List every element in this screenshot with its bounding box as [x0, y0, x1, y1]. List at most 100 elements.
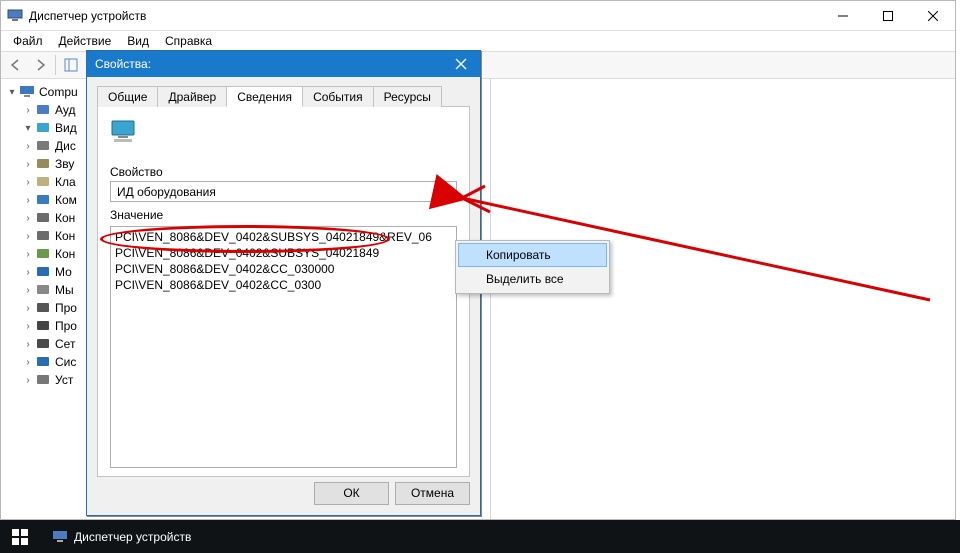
device-category-icon: [35, 318, 51, 334]
value-listbox[interactable]: PCI\VEN_8086&DEV_0402&SUBSYS_04021849&RE…: [110, 226, 457, 468]
value-option[interactable]: PCI\VEN_8086&DEV_0402&CC_0300: [115, 277, 452, 293]
expand-icon[interactable]: ›: [21, 249, 35, 260]
dialog-close-button[interactable]: [442, 51, 480, 77]
close-button[interactable]: [910, 1, 955, 31]
tree-item-label: Про: [55, 319, 77, 333]
device-category-icon: [35, 120, 51, 136]
expand-icon[interactable]: ›: [21, 339, 35, 350]
maximize-button[interactable]: [865, 1, 910, 31]
properties-dialog: Свойства: Общие Драйвер Сведения События…: [86, 50, 481, 516]
tree-root-label: Compu: [39, 85, 78, 99]
tree-item-label: Про: [55, 301, 77, 315]
tab-details[interactable]: Сведения: [226, 86, 303, 107]
chevron-down-icon[interactable]: [439, 184, 454, 199]
device-category-icon: [35, 210, 51, 226]
tab-strip: Общие Драйвер Сведения События Ресурсы: [97, 85, 470, 107]
expand-icon[interactable]: ›: [21, 177, 35, 188]
tree-item-label: Зву: [55, 157, 74, 171]
device-category-icon: [35, 228, 51, 244]
tree-item-label: Кла: [55, 175, 76, 189]
tree-item-label: Кон: [55, 229, 75, 243]
expand-icon[interactable]: ›: [21, 267, 35, 278]
main-window-title: Диспетчер устройств: [29, 9, 820, 23]
expand-icon[interactable]: ›: [21, 213, 35, 224]
window-controls: [820, 1, 955, 30]
taskbar-item-label: Диспетчер устройств: [74, 530, 191, 544]
tree-item-label: Кон: [55, 247, 75, 261]
menu-action[interactable]: Действие: [53, 32, 118, 50]
minimize-button[interactable]: [820, 1, 865, 31]
menu-view[interactable]: Вид: [121, 32, 155, 50]
expand-icon[interactable]: ›: [21, 195, 35, 206]
menu-file[interactable]: Файл: [7, 32, 49, 50]
device-category-icon: [35, 300, 51, 316]
property-label: Свойство: [110, 165, 457, 179]
main-titlebar[interactable]: Диспетчер устройств: [1, 1, 955, 31]
device-category-icon: [35, 102, 51, 118]
taskbar-item-device-manager[interactable]: Диспетчер устройств: [40, 520, 203, 553]
computer-icon: [19, 84, 35, 100]
expand-icon[interactable]: ›: [21, 375, 35, 386]
value-option[interactable]: PCI\VEN_8086&DEV_0402&SUBSYS_04021849&RE…: [115, 229, 452, 245]
device-category-icon: [35, 354, 51, 370]
device-manager-taskbar-icon: [52, 529, 68, 545]
menubar: Файл Действие Вид Справка: [1, 31, 955, 51]
context-menu: Копировать Выделить все: [455, 240, 610, 294]
device-manager-icon: [7, 8, 23, 24]
expand-icon[interactable]: ›: [21, 285, 35, 296]
tab-general[interactable]: Общие: [97, 86, 158, 107]
device-category-icon: [35, 192, 51, 208]
menu-help[interactable]: Справка: [159, 32, 218, 50]
tab-resources[interactable]: Ресурсы: [373, 86, 442, 107]
device-category-icon: [35, 264, 51, 280]
property-combobox[interactable]: ИД оборудования: [110, 181, 457, 202]
tab-events[interactable]: События: [302, 86, 374, 107]
expand-icon[interactable]: ›: [21, 141, 35, 152]
start-button[interactable]: [0, 520, 40, 553]
expand-icon[interactable]: ›: [21, 105, 35, 116]
tab-driver[interactable]: Драйвер: [157, 86, 227, 107]
device-large-icon: [110, 117, 142, 149]
device-category-icon: [35, 246, 51, 262]
device-category-icon: [35, 336, 51, 352]
context-copy[interactable]: Копировать: [458, 243, 607, 267]
toolbar-back-icon[interactable]: [5, 54, 27, 76]
value-option[interactable]: PCI\VEN_8086&DEV_0402&SUBSYS_04021849: [115, 245, 452, 261]
device-category-icon: [35, 174, 51, 190]
dialog-title: Свойства:: [95, 57, 442, 71]
context-select-all[interactable]: Выделить все: [458, 267, 607, 291]
expand-icon[interactable]: ›: [21, 303, 35, 314]
value-label: Значение: [110, 208, 457, 222]
tree-item-label: Уст: [55, 373, 73, 387]
expand-icon[interactable]: ›: [21, 231, 35, 242]
toolbar-show-hide-icon[interactable]: [60, 54, 82, 76]
device-category-icon: [35, 282, 51, 298]
tree-item-label: Сет: [55, 337, 75, 351]
tree-item-label: Дис: [55, 139, 76, 153]
value-option[interactable]: PCI\VEN_8086&DEV_0402&CC_030000: [115, 261, 452, 277]
toolbar-forward-icon[interactable]: [29, 54, 51, 76]
dialog-footer: ОК Отмена: [87, 475, 480, 511]
expand-icon[interactable]: ›: [21, 321, 35, 332]
expand-icon[interactable]: ›: [21, 357, 35, 368]
device-category-icon: [35, 138, 51, 154]
property-combobox-value: ИД оборудования: [117, 185, 216, 199]
dialog-titlebar[interactable]: Свойства:: [87, 51, 480, 77]
details-pane: [491, 79, 955, 519]
tree-item-label: Мы: [55, 283, 74, 297]
tree-item-label: Мо: [55, 265, 72, 279]
expand-icon[interactable]: ›: [21, 159, 35, 170]
tree-item-label: Ауд: [55, 103, 75, 117]
taskbar[interactable]: Диспетчер устройств: [0, 520, 960, 553]
collapse-icon[interactable]: ▾: [5, 87, 19, 98]
tab-panel-details: Свойство ИД оборудования Значение PCI\VE…: [97, 107, 470, 477]
expand-icon[interactable]: ▾: [21, 123, 35, 134]
tree-item-label: Кон: [55, 211, 75, 225]
tree-item-label: Ком: [55, 193, 77, 207]
tree-item-label: Вид: [55, 121, 77, 135]
ok-button[interactable]: ОК: [314, 482, 389, 505]
device-category-icon: [35, 372, 51, 388]
cancel-button[interactable]: Отмена: [395, 482, 470, 505]
device-category-icon: [35, 156, 51, 172]
tree-item-label: Сис: [55, 355, 76, 369]
